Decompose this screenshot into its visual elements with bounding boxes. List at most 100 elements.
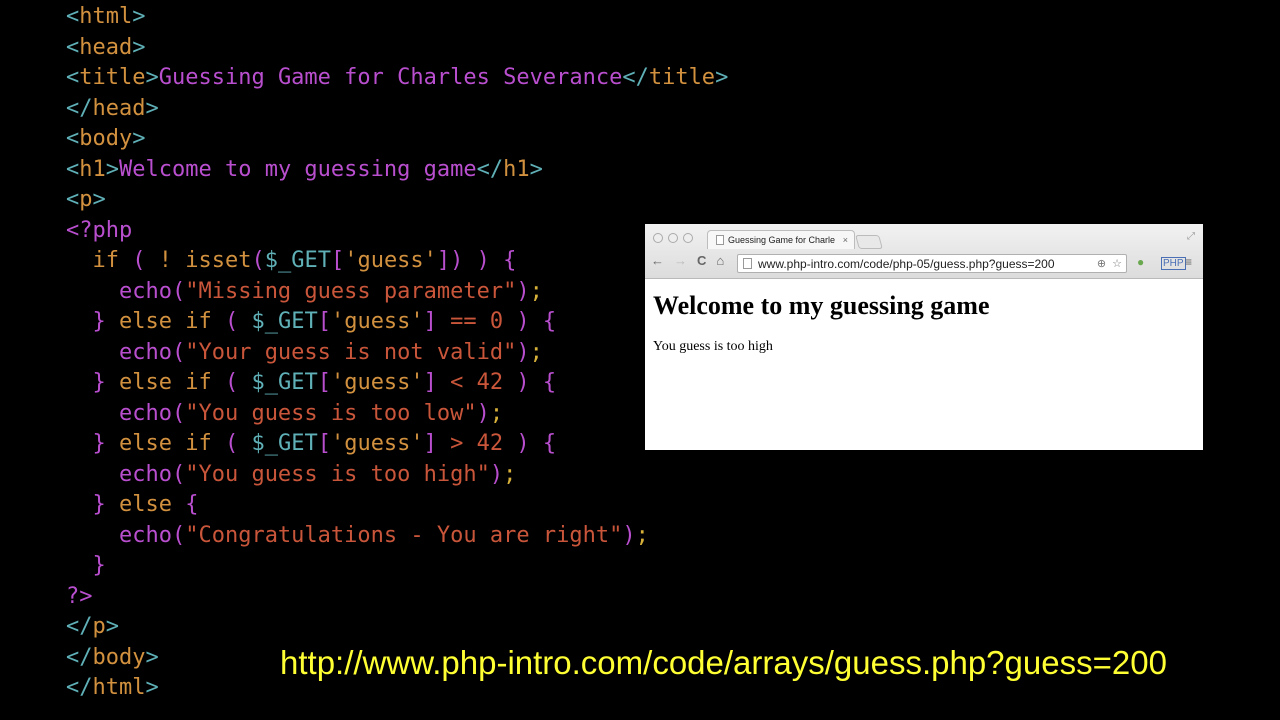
zoom-window-button[interactable]: [683, 233, 693, 243]
code-token: ]: [423, 370, 451, 395]
back-icon[interactable]: ←: [651, 253, 664, 268]
browser-window: Guessing Game for Charle × ⤢ ← → C ⌂ www…: [645, 224, 1203, 450]
code-token: }: [92, 370, 119, 395]
code-token: ): [489, 461, 504, 487]
code-token: <: [66, 4, 80, 29]
code-token: </: [66, 644, 93, 670]
code-line: } else {: [66, 490, 728, 521]
code-token: 'guess': [344, 248, 437, 273]
code-line: <h1>Welcome to my guessing game</h1>: [66, 155, 728, 186]
code-line: } else if ( $_GET['guess'] > 42 ) {: [66, 429, 728, 460]
code-token: {: [185, 492, 199, 517]
fullscreen-icon[interactable]: ⤢: [1187, 231, 1195, 242]
extension-hangouts-icon[interactable]: ●: [1137, 255, 1144, 269]
forward-icon[interactable]: →: [674, 253, 687, 268]
code-line: echo("Missing guess parameter");: [66, 277, 728, 308]
code-line: </head>: [66, 94, 728, 125]
home-icon[interactable]: ⌂: [716, 253, 724, 268]
code-token: <: [66, 187, 80, 212]
menu-icon[interactable]: ≡: [1185, 255, 1192, 269]
code-token: $_GET: [251, 309, 318, 334]
code-line: <title>Guessing Game for Charles Severan…: [66, 63, 728, 94]
caption-url: http://www.php-intro.com/code/arrays/gue…: [280, 644, 1167, 681]
code-token: (: [251, 248, 265, 273]
code-line: <p>: [66, 185, 728, 216]
browser-tab[interactable]: Guessing Game for Charle ×: [707, 230, 855, 249]
code-line: <html>: [66, 2, 728, 33]
code-token: "You guess is too low": [185, 400, 477, 426]
code-token: else: [119, 492, 186, 517]
code-line: if ( ! isset($_GET['guess']) ) {: [66, 246, 728, 277]
code-token: >: [105, 614, 119, 639]
code-token: </: [66, 675, 93, 700]
code-token: head: [92, 95, 146, 121]
code-token: <: [66, 65, 80, 90]
tab-close-icon[interactable]: ×: [843, 235, 848, 245]
code-token: </: [622, 65, 649, 90]
code-token: "Your guess is not valid": [185, 339, 517, 365]
code-token: [: [317, 370, 331, 395]
extension-php-icon[interactable]: PHP: [1161, 257, 1186, 270]
code-token: echo(: [118, 400, 186, 426]
code-token: (: [132, 248, 159, 273]
close-window-button[interactable]: [653, 233, 663, 243]
code-token: ]: [423, 431, 451, 456]
code-token: }: [92, 309, 119, 334]
address-bar[interactable]: www.php-intro.com/code/php-05/guess.php?…: [737, 254, 1127, 273]
code-token: (: [224, 309, 252, 334]
code-line: echo("Your guess is not valid");: [66, 338, 728, 369]
code-token: ) {: [516, 431, 557, 456]
code-line: echo("You guess is too low");: [66, 399, 728, 430]
page-icon: [716, 235, 724, 245]
code-token: else if: [119, 309, 225, 334]
code-line: <head>: [66, 33, 728, 64]
new-tab-button[interactable]: [855, 235, 883, 249]
code-line: <body>: [66, 124, 728, 155]
code-line: ?>: [66, 582, 728, 613]
code-line: } else if ( $_GET['guess'] < 42 ) {: [66, 368, 728, 399]
code-token: >: [145, 65, 159, 90]
code-token: >: [145, 95, 159, 121]
code-token: ): [516, 339, 530, 365]
code-token: body: [79, 126, 133, 151]
code-token: "You guess is too high": [185, 461, 490, 487]
code-token: >: [92, 187, 106, 212]
code-token: ;: [529, 278, 543, 304]
code-token: title: [79, 65, 146, 90]
code-token: >: [132, 4, 146, 29]
code-token: ]: [423, 309, 451, 334]
code-token: </: [476, 156, 504, 182]
code-token: ): [622, 522, 636, 548]
reload-icon[interactable]: C: [697, 253, 706, 268]
page-content: Welcome to my guessing game You guess is…: [645, 279, 1203, 363]
page-message: You guess is too high: [653, 339, 773, 354]
code-token: >: [715, 65, 729, 90]
code-token: p: [92, 614, 106, 639]
code-token: >: [145, 675, 159, 700]
code-token: h1: [79, 156, 106, 182]
tab-title: Guessing Game for Charle: [728, 235, 836, 245]
bookmark-star-icon[interactable]: ☆: [1112, 257, 1122, 270]
code-token: [: [317, 309, 331, 334]
code-token: if: [92, 248, 133, 273]
address-bar-url: www.php-intro.com/code/php-05/guess.php?…: [758, 256, 1055, 271]
code-token: >: [132, 34, 146, 60]
code-token: ) {: [516, 370, 557, 395]
code-token: ;: [503, 461, 517, 487]
code-line: } else if ( $_GET['guess'] == 0 ) {: [66, 307, 728, 338]
browser-chrome: Guessing Game for Charle × ⤢ ← → C ⌂ www…: [645, 224, 1203, 279]
code-token: ;: [489, 400, 504, 426]
nav-buttons: ← → C ⌂: [651, 253, 724, 268]
code-token: "Missing guess parameter": [185, 278, 517, 304]
code-token: >: [529, 156, 543, 182]
zoom-icon[interactable]: ⊕: [1097, 257, 1106, 270]
code-token: "Congratulations - You are right": [185, 522, 623, 548]
code-token: html: [79, 4, 133, 29]
code-token: }: [92, 431, 119, 456]
code-token: head: [79, 34, 133, 60]
code-token: ) {: [516, 309, 557, 334]
code-token: [: [330, 248, 345, 273]
code-token: 'guess': [330, 370, 424, 395]
minimize-window-button[interactable]: [668, 233, 678, 243]
code-token: == 0: [450, 309, 517, 334]
